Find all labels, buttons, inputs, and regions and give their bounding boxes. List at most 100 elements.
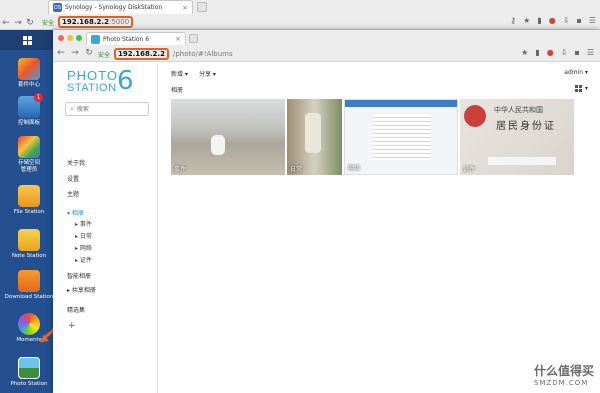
watermark-logo — [507, 363, 530, 386]
menu-icon[interactable]: ☰ — [589, 16, 596, 25]
forward-icon[interactable]: → — [69, 48, 81, 58]
inner-nav-buttons: ← → ↻ — [55, 48, 95, 58]
desktop-moments[interactable]: Moments — [0, 313, 58, 344]
extension-red-icon[interactable]: ● — [547, 48, 554, 57]
inner-url-field[interactable]: 192.168.2.2 — [114, 48, 169, 60]
menu-icon[interactable]: ☰ — [587, 48, 594, 57]
nav-settings[interactable]: 设置 — [67, 174, 79, 183]
desktop-label: Note Station — [11, 253, 47, 259]
tab-photo-station[interactable]: Photo Station 6 × — [86, 32, 186, 45]
share-button[interactable]: 分享 ▾ — [199, 69, 216, 78]
user-menu[interactable]: admin ▾ — [564, 69, 588, 76]
new-tab-button[interactable] — [197, 2, 207, 12]
desktop-download-station[interactable]: Download Station — [0, 270, 58, 301]
zoom-window-button[interactable] — [76, 35, 82, 41]
desktop-label: Photo Station — [10, 381, 48, 387]
main-menu-icon — [22, 35, 32, 45]
close-icon[interactable]: × — [175, 35, 185, 43]
close-window-button[interactable] — [58, 35, 64, 41]
new-button[interactable]: 新增 ▾ — [171, 69, 188, 78]
sub-album-id[interactable]: ▸ 证件 — [75, 255, 92, 264]
view-switcher[interactable]: ▾ — [574, 85, 588, 92]
logo-line1: PHOTO — [67, 68, 118, 83]
nav-albums-label: 相册 — [71, 210, 84, 217]
tab-synology[interactable]: DS Synology - Synology DiskStation × — [48, 0, 193, 14]
forward-icon[interactable]: → — [12, 18, 24, 28]
watermark-sub: SMZDM.COM — [533, 379, 589, 387]
tab-title: Photo Station 6 — [103, 35, 150, 43]
url-path: /photo/#!Albums — [172, 50, 233, 58]
folder-icon — [18, 185, 40, 207]
username: admin — [564, 69, 584, 76]
search-box[interactable]: ⌕ — [65, 102, 149, 116]
sub-album-label: 事件 — [79, 221, 92, 228]
desktop-note-station[interactable]: Note Station — [0, 229, 58, 260]
nav-shared-albums[interactable]: ▸ 共享相册 — [67, 285, 96, 294]
action-bar: 新增 ▾ 分享 ▾ — [171, 69, 216, 78]
nav-featured[interactable]: 精选集 — [67, 305, 85, 314]
reload-icon[interactable]: ↻ — [83, 48, 95, 58]
tab-title: Synology - Synology DiskStation — [65, 4, 163, 11]
star-icon[interactable]: ★ — [521, 48, 528, 57]
extension-icon[interactable]: ▮ — [537, 16, 541, 25]
minimize-window-button[interactable] — [67, 35, 73, 41]
close-icon[interactable]: × — [182, 4, 192, 12]
nav-smart-albums[interactable]: 智能相册 — [67, 271, 91, 280]
photo-station-window: Photo Station 6 × ← → ↻ 安全 192.168.2.2 /… — [53, 30, 600, 393]
sub-album-daily[interactable]: ▸ 日常 — [75, 231, 92, 240]
download-icon[interactable]: ⇩ — [561, 48, 568, 57]
nav-about[interactable]: 关于我 — [67, 158, 85, 167]
extension-icon[interactable]: ▮ — [535, 48, 539, 57]
dsm-main-menu[interactable] — [0, 30, 54, 50]
photo-figure — [305, 113, 321, 153]
logo-line2: STATION — [67, 82, 117, 94]
download-arrow-icon — [18, 270, 40, 292]
album-tile-id[interactable]: 中华人民共和国 居民身份证 证件 — [460, 99, 574, 175]
redaction-bar — [488, 157, 556, 165]
desktop-photo-station[interactable]: Photo Station — [0, 357, 58, 388]
album-tile-network[interactable]: 网络 — [344, 99, 458, 175]
album-tile-daily[interactable]: 日常 — [287, 99, 342, 175]
outer-toolbar-icons: ⚷ ★ ▮ ● ⇩ ▪ ☰ — [510, 16, 596, 25]
inner-address-bar[interactable]: 安全 192.168.2.2 /photo/#!Albums — [98, 48, 233, 60]
reload-icon[interactable]: ↻ — [24, 18, 36, 28]
add-icon[interactable]: + — [68, 321, 76, 331]
desktop-control-panel[interactable]: 1 控制面板 — [0, 93, 58, 127]
photo-station-logo: PHOTO STATION — [67, 69, 118, 94]
card-title: 居民身份证 — [496, 121, 556, 132]
outer-address-bar[interactable]: 安全 192.168.2.2:5000 — [42, 16, 462, 28]
desktop-label: 套件中心 — [17, 82, 40, 88]
album-tile-events[interactable]: 事件 — [171, 99, 285, 175]
desktop-package-center[interactable]: 套件中心 — [0, 58, 58, 89]
back-icon[interactable]: ← — [55, 48, 67, 58]
key-icon[interactable]: ⚷ — [510, 16, 516, 25]
secure-label: 安全 — [98, 51, 111, 59]
package-center-icon — [18, 58, 40, 80]
inner-toolbar-icons: ★ ▮ ● ⇩ ▪ ☰ — [521, 48, 594, 57]
new-tab-button[interactable] — [189, 34, 198, 43]
desktop-file-station[interactable]: File Station — [0, 185, 58, 216]
sub-album-label: 证件 — [79, 257, 92, 264]
sub-album-network[interactable]: ▸ 网络 — [75, 243, 92, 252]
watermark-text: 什么值得买 — [533, 364, 594, 378]
search-input[interactable] — [76, 105, 137, 113]
photo-station-icon — [18, 357, 40, 379]
extension-square-icon[interactable]: ▪ — [576, 16, 581, 25]
download-icon[interactable]: ⇩ — [563, 16, 570, 25]
sub-album-events[interactable]: ▸ 事件 — [75, 219, 92, 228]
nav-theme[interactable]: 主题 — [67, 189, 79, 198]
chevron-down-icon: ▾ — [584, 85, 588, 92]
extension-square-icon[interactable]: ▪ — [574, 48, 579, 57]
outer-url-field[interactable]: 192.168.2.2:5000 — [58, 16, 134, 28]
nav-albums[interactable]: ▾ 相册 — [67, 208, 84, 217]
extension-red-icon[interactable]: ● — [549, 16, 556, 25]
star-icon[interactable]: ★ — [523, 16, 530, 25]
desktop-storage-manager[interactable]: 存储空间 管理员 — [0, 136, 58, 174]
search-icon: ⌕ — [70, 104, 74, 113]
screenshot-body — [373, 114, 431, 160]
url-host: 192.168.2.2 — [118, 50, 165, 58]
back-icon[interactable]: ← — [0, 18, 12, 28]
window-controls — [58, 35, 82, 41]
album-label: 日常 — [290, 166, 303, 173]
control-panel-icon: 1 — [18, 93, 43, 118]
